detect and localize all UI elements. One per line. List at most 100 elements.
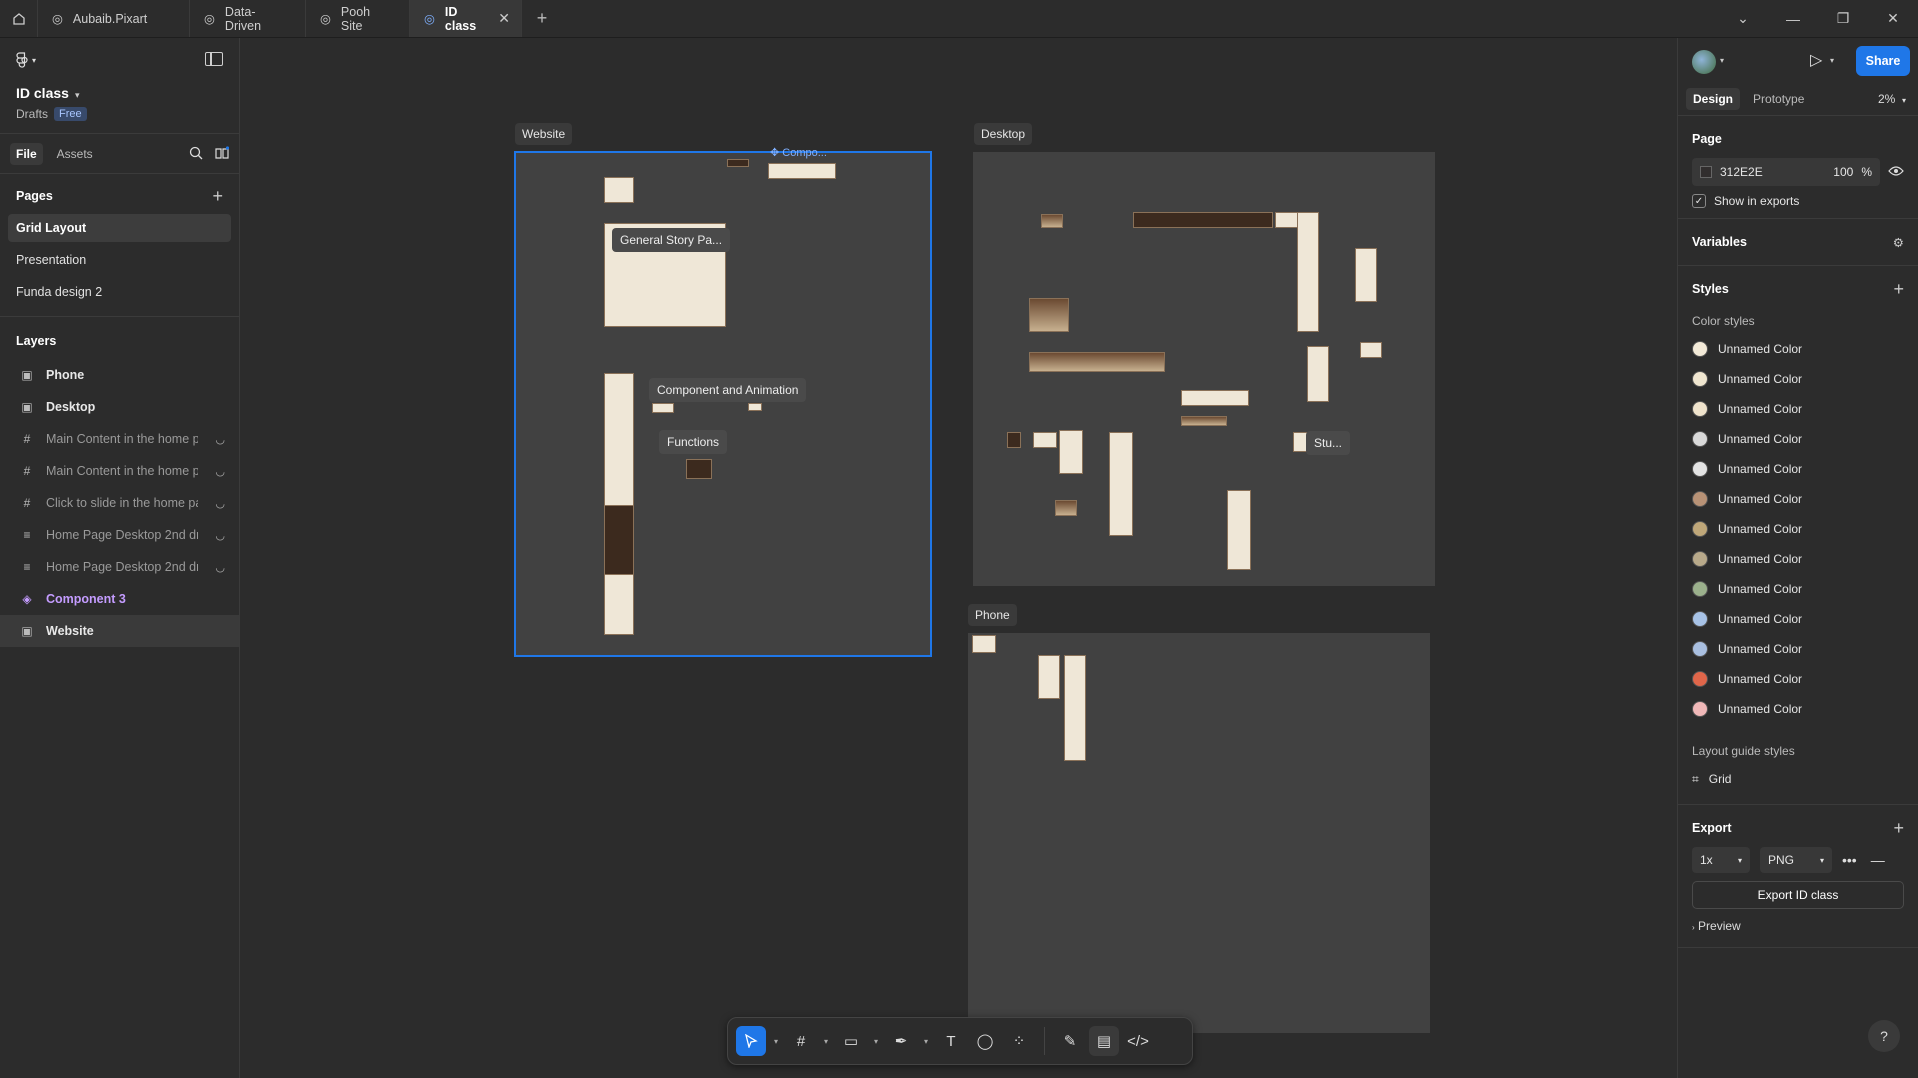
close-icon[interactable]: ✕: [498, 10, 510, 27]
frame-website[interactable]: [514, 151, 932, 657]
color-style-item[interactable]: Unnamed Color: [1678, 394, 1918, 424]
frame-desktop[interactable]: [973, 152, 1435, 586]
color-style-item[interactable]: Unnamed Color: [1678, 484, 1918, 514]
zoom-dropdown[interactable]: 2% ▾: [1878, 92, 1906, 106]
frame-label-phone[interactable]: Phone: [968, 604, 1017, 626]
library-icon[interactable]: [215, 146, 230, 163]
color-style-item[interactable]: Unnamed Color: [1678, 454, 1918, 484]
frame-label-desktop[interactable]: Desktop: [974, 123, 1033, 145]
tab-prototype[interactable]: Prototype: [1746, 88, 1811, 110]
fill-opacity[interactable]: 100: [1833, 165, 1853, 179]
tab-aubaib[interactable]: ◎ Aubaib.Pixart: [38, 0, 190, 37]
draw-mode-icon[interactable]: ✎: [1055, 1026, 1085, 1056]
main-menu[interactable]: ▾: [16, 52, 36, 68]
layer-item[interactable]: ≡ Home Page Desktop 2nd draft ◡: [0, 551, 239, 583]
export-format-select[interactable]: PNG ▾: [1760, 847, 1832, 873]
new-tab-icon[interactable]: +: [522, 0, 562, 37]
text-tool-icon[interactable]: T: [936, 1026, 966, 1056]
color-style-item[interactable]: Unnamed Color: [1678, 664, 1918, 694]
label-stu[interactable]: Stu...: [1306, 431, 1351, 455]
frame-label-website[interactable]: Website: [515, 123, 573, 145]
file-title[interactable]: ID class ▾: [16, 85, 79, 101]
color-style-item[interactable]: Unnamed Color: [1678, 694, 1918, 724]
canvas[interactable]: Website ✥ Compo... General Story Pa... C…: [241, 38, 1676, 1078]
avatar[interactable]: [1692, 50, 1716, 74]
home-icon[interactable]: [0, 0, 38, 37]
hidden-eye-icon[interactable]: ◡: [215, 561, 225, 574]
layer-item[interactable]: ▣ Website: [0, 615, 239, 647]
page-item-presentation[interactable]: Presentation: [8, 246, 231, 274]
chevron-down-icon[interactable]: ▾: [1830, 56, 1834, 65]
show-in-exports-checkbox[interactable]: ✓: [1692, 194, 1706, 208]
color-style-item[interactable]: Unnamed Color: [1678, 334, 1918, 364]
tab-data-driven[interactable]: ◎ Data-Driven: [190, 0, 306, 37]
color-style-item[interactable]: Unnamed Color: [1678, 604, 1918, 634]
layer-item[interactable]: # Click to slide in the home page ◡: [0, 487, 239, 519]
layer-item[interactable]: ▣ Desktop: [0, 391, 239, 423]
layer-item[interactable]: # Main Content in the home page ◡: [0, 455, 239, 487]
frame-phone[interactable]: [968, 633, 1430, 1033]
tab-pooh-site[interactable]: ◎ Pooh Site: [306, 0, 410, 37]
label-component-animation[interactable]: Component and Animation: [649, 378, 807, 402]
layer-item[interactable]: ◈ Component 3: [0, 583, 239, 615]
tab-file[interactable]: File: [10, 142, 43, 165]
layer-item[interactable]: # Main Content in the home page ◡: [0, 423, 239, 455]
hidden-eye-icon[interactable]: ◡: [215, 465, 225, 478]
color-style-item[interactable]: Unnamed Color: [1678, 634, 1918, 664]
add-page-icon[interactable]: +: [212, 186, 223, 207]
chevron-down-icon[interactable]: ▾: [770, 1037, 782, 1046]
export-button[interactable]: Export ID class: [1692, 881, 1904, 909]
preview-toggle[interactable]: › Preview: [1678, 919, 1918, 933]
hidden-eye-icon[interactable]: ◡: [215, 433, 225, 446]
hidden-eye-icon[interactable]: ◡: [215, 497, 225, 510]
design-mode-icon[interactable]: ▤: [1089, 1026, 1119, 1056]
play-icon[interactable]: ▷: [1810, 50, 1822, 70]
color-style-item[interactable]: Unnamed Color: [1678, 424, 1918, 454]
rectangle-tool-icon[interactable]: ▭: [836, 1026, 866, 1056]
color-style-item[interactable]: Unnamed Color: [1678, 544, 1918, 574]
tab-design[interactable]: Design: [1686, 87, 1741, 110]
pen-tool-icon[interactable]: ✒: [886, 1026, 916, 1056]
export-scale-select[interactable]: 1x ▾: [1692, 847, 1750, 873]
hidden-eye-icon[interactable]: ◡: [215, 529, 225, 542]
minimize-icon[interactable]: —: [1768, 11, 1818, 27]
label-functions[interactable]: Functions: [659, 430, 728, 454]
move-tool-icon[interactable]: [736, 1026, 766, 1056]
share-button[interactable]: Share: [1856, 46, 1910, 76]
layer-item[interactable]: ▣ Phone: [0, 359, 239, 391]
remove-export-icon[interactable]: —: [1871, 852, 1885, 868]
comment-tool-icon[interactable]: ◯: [970, 1026, 1000, 1056]
chevron-down-icon[interactable]: ▾: [870, 1037, 882, 1046]
eye-icon[interactable]: [1888, 165, 1904, 180]
color-style-item[interactable]: Unnamed Color: [1678, 364, 1918, 394]
frame-tool-icon[interactable]: #: [786, 1026, 816, 1056]
grid-style-item[interactable]: ⌗ Grid: [1678, 764, 1918, 794]
layer-item[interactable]: ≡ Home Page Desktop 2nd draft ◡: [0, 519, 239, 551]
drafts-label[interactable]: Drafts: [16, 107, 48, 121]
chevron-down-icon[interactable]: ▾: [820, 1037, 832, 1046]
chevron-down-icon[interactable]: ⌄: [1718, 10, 1768, 27]
fill-hex[interactable]: 312E2E: [1720, 165, 1763, 179]
search-icon[interactable]: [189, 146, 203, 163]
color-style-item[interactable]: Unnamed Color: [1678, 514, 1918, 544]
fill-swatch[interactable]: [1700, 166, 1712, 178]
show-in-exports-row[interactable]: ✓ Show in exports: [1692, 194, 1904, 208]
sidebar-toggle-icon[interactable]: [205, 52, 223, 66]
chevron-down-icon[interactable]: ▾: [920, 1037, 932, 1046]
color-style-item[interactable]: Unnamed Color: [1678, 574, 1918, 604]
page-fill-field[interactable]: 312E2E 100 %: [1692, 158, 1880, 186]
dev-mode-icon[interactable]: </>: [1123, 1026, 1153, 1056]
close-window-icon[interactable]: ✕: [1868, 10, 1918, 27]
page-item-grid-layout[interactable]: Grid Layout: [8, 214, 231, 242]
chevron-down-icon[interactable]: ▾: [1720, 56, 1724, 65]
more-options-icon[interactable]: •••: [1842, 852, 1857, 868]
page-item-funda-design-2[interactable]: Funda design 2: [8, 278, 231, 306]
restore-icon[interactable]: ❐: [1818, 10, 1868, 27]
variables-settings-icon[interactable]: ⚙: [1893, 235, 1904, 250]
help-icon[interactable]: ?: [1868, 1020, 1900, 1052]
label-general-story[interactable]: General Story Pa...: [612, 228, 731, 252]
tab-assets[interactable]: Assets: [51, 143, 99, 165]
tab-id-class[interactable]: ◎ ID class ✕: [410, 0, 522, 37]
add-style-icon[interactable]: +: [1893, 279, 1904, 300]
resources-tool-icon[interactable]: ⁘: [1004, 1026, 1034, 1056]
